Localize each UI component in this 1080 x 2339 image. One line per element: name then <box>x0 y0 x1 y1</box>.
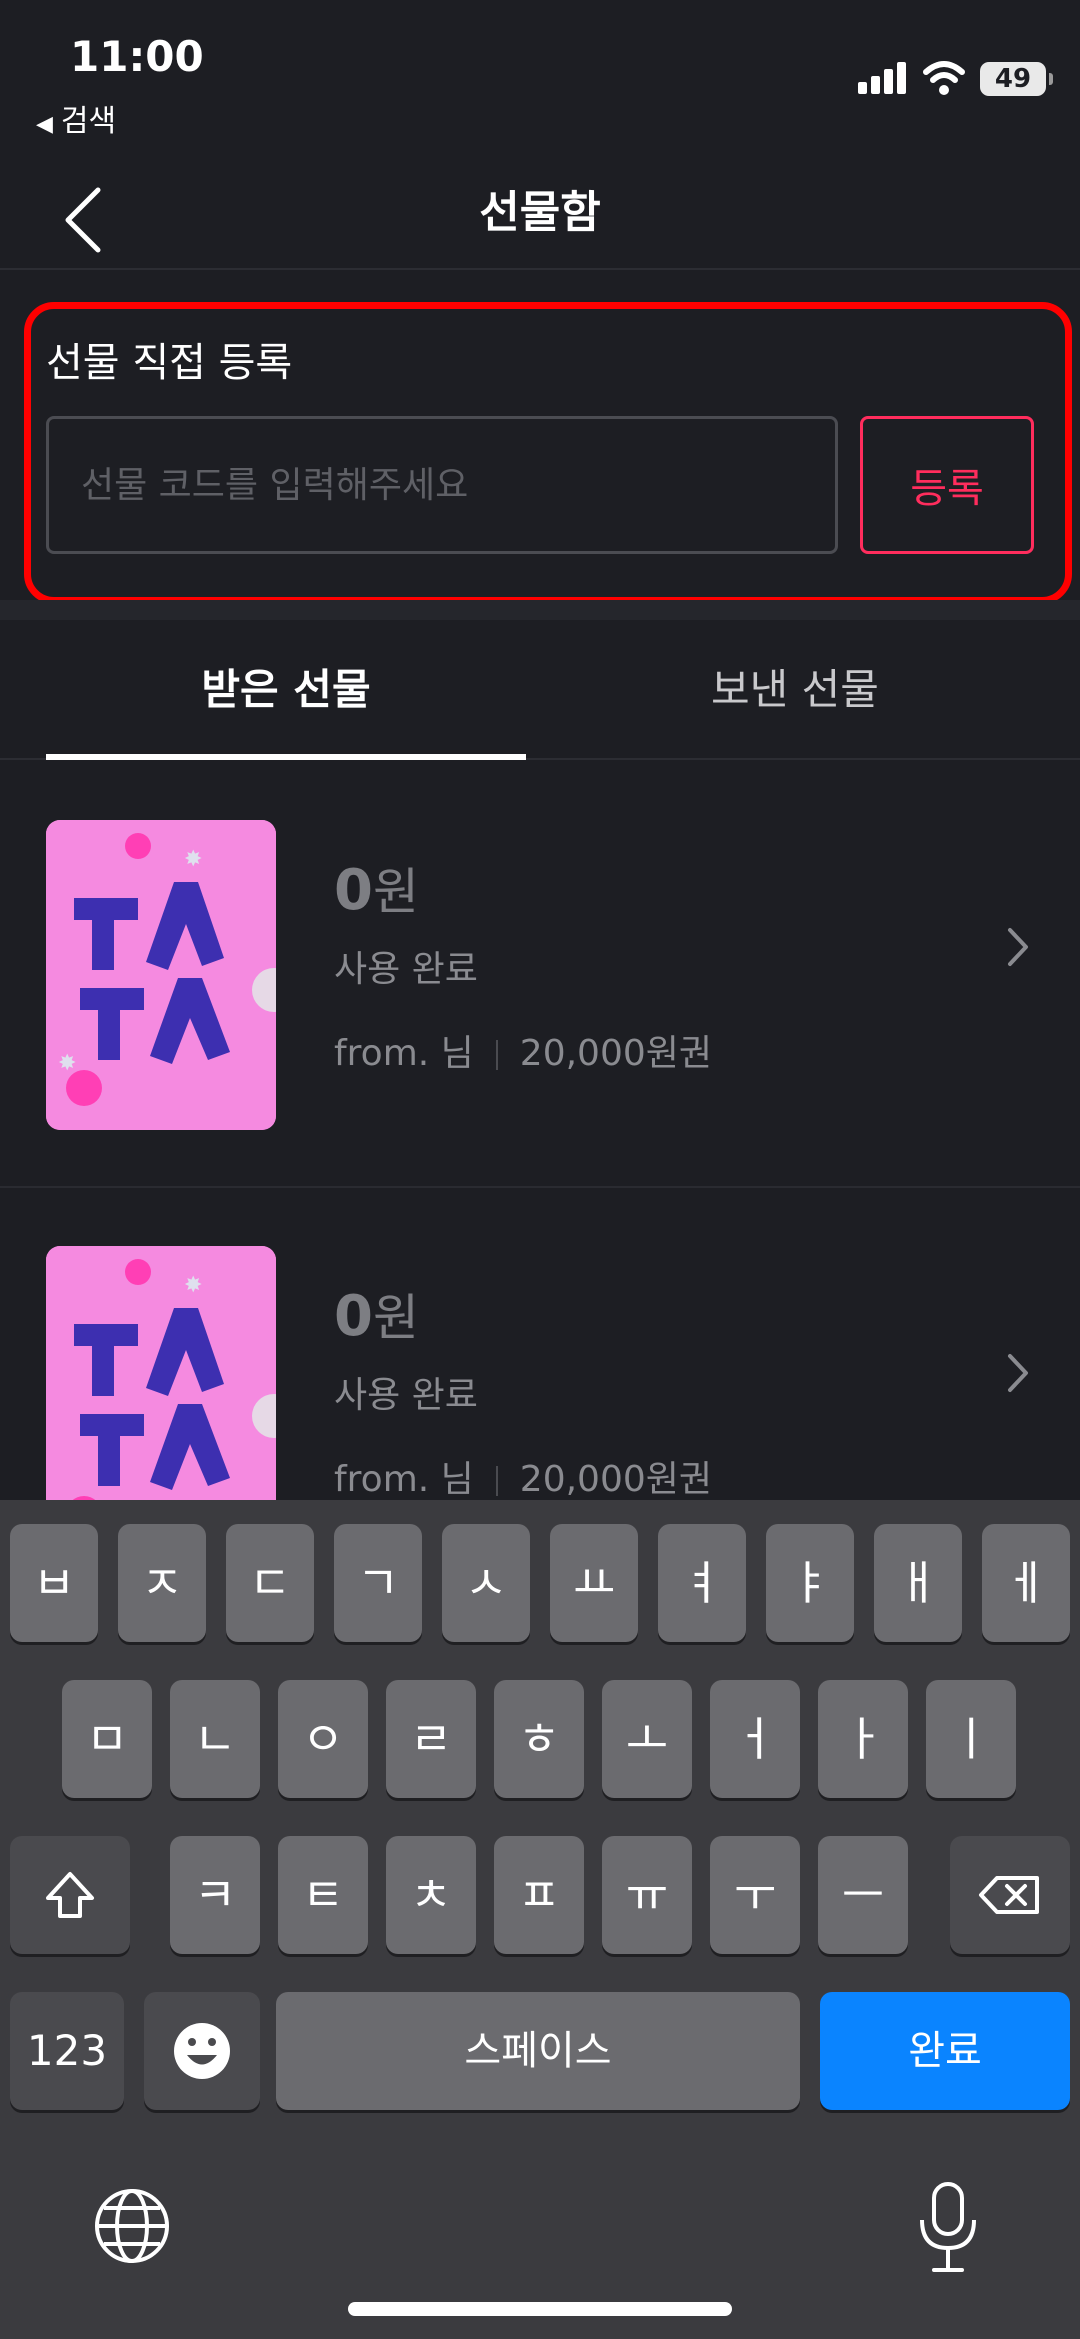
status-time: 11:00 <box>70 32 204 81</box>
wifi-icon <box>923 61 965 95</box>
globe-icon[interactable] <box>92 2186 172 2266</box>
space-key[interactable]: 스페이스 <box>276 1992 800 2110</box>
gift-amount: 0원 <box>334 858 419 923</box>
gift-from: from. 님 <box>334 1459 474 1500</box>
delete-key[interactable] <box>950 1836 1070 1954</box>
numbers-key[interactable]: 123 <box>10 1992 124 2110</box>
gift-amount: 0원 <box>334 1284 419 1349</box>
signal-icon <box>858 62 908 94</box>
gift-meta: from. 님 20,000원권 <box>334 1024 712 1076</box>
register-button[interactable]: 등록 <box>860 416 1034 554</box>
gift-value: 20,000원권 <box>519 1459 713 1500</box>
key[interactable]: ㅠ <box>602 1836 692 1954</box>
key[interactable]: ㅌ <box>278 1836 368 1954</box>
key[interactable]: ㅔ <box>982 1524 1070 1642</box>
gift-register-section: 선물 직접 등록 등록 <box>0 272 1080 604</box>
shift-icon <box>46 1872 94 1918</box>
gift-tabs: 받은 선물 보낸 선물 <box>0 620 1080 760</box>
register-label: 선물 직접 등록 <box>46 340 293 386</box>
gift-code-input[interactable] <box>46 416 838 554</box>
back-app-label: 검색 <box>60 104 117 139</box>
key[interactable]: ㅁ <box>62 1680 152 1798</box>
key[interactable]: ㅕ <box>658 1524 746 1642</box>
svg-text:✸: ✸ <box>58 1051 76 1076</box>
status-bar: 11:00 ◀ 검색 49 <box>0 0 1080 160</box>
key[interactable]: ㅊ <box>386 1836 476 1954</box>
tab-received[interactable]: 받은 선물 <box>46 620 526 760</box>
key[interactable]: ㄹ <box>386 1680 476 1798</box>
key[interactable]: ㅏ <box>818 1680 908 1798</box>
section-divider <box>0 600 1080 620</box>
key[interactable]: ㅜ <box>710 1836 800 1954</box>
key[interactable]: ㅣ <box>926 1680 1016 1798</box>
key[interactable]: ㅇ <box>278 1680 368 1798</box>
gift-status: 사용 완료 <box>334 1375 478 1416</box>
korean-keyboard: ㅂ ㅈ ㄷ ㄱ ㅅ ㅛ ㅕ ㅑ ㅐ ㅔ ㅁ ㄴ ㅇ ㄹ ㅎ ㅗ ㅓ ㅏ ㅣ ㅋ … <box>0 1500 1080 2339</box>
key[interactable]: ㅈ <box>118 1524 206 1642</box>
key[interactable]: ㅗ <box>602 1680 692 1798</box>
chevron-right-icon <box>1008 1354 1028 1392</box>
emoji-icon <box>174 2023 230 2079</box>
key[interactable]: ㅡ <box>818 1836 908 1954</box>
key[interactable]: ㅛ <box>550 1524 638 1642</box>
gift-value: 20,000원권 <box>519 1033 713 1074</box>
key[interactable]: ㅎ <box>494 1680 584 1798</box>
key[interactable]: ㅍ <box>494 1836 584 1954</box>
tab-sent[interactable]: 보낸 선물 <box>555 620 1035 760</box>
key[interactable]: ㅋ <box>170 1836 260 1954</box>
back-to-app-link[interactable]: ◀ 검색 <box>36 96 116 140</box>
key[interactable]: ㄷ <box>226 1524 314 1642</box>
key[interactable]: ㅂ <box>10 1524 98 1642</box>
key[interactable]: ㅑ <box>766 1524 854 1642</box>
gift-meta: from. 님 20,000원권 <box>334 1450 712 1502</box>
active-tab-indicator <box>46 754 526 760</box>
gift-card-thumbnail: ✸ ✸ <box>46 820 276 1130</box>
backspace-icon <box>979 1876 1039 1914</box>
emoji-key[interactable] <box>144 1992 260 2110</box>
key[interactable]: ㅐ <box>874 1524 962 1642</box>
key[interactable]: ㄴ <box>170 1680 260 1798</box>
microphone-icon[interactable] <box>908 2180 988 2276</box>
done-key[interactable]: 완료 <box>820 1992 1070 2110</box>
gift-status: 사용 완료 <box>334 949 478 990</box>
page-title: 선물함 <box>479 187 601 238</box>
home-indicator <box>348 2302 732 2316</box>
battery-icon: 49 <box>980 62 1053 96</box>
svg-text:✸: ✸ <box>184 847 202 872</box>
key[interactable]: ㅓ <box>710 1680 800 1798</box>
gift-list-item[interactable]: ✸ ✸ 0원 사용 완료 from. 님 20,000원권 <box>0 762 1080 1188</box>
chevron-right-icon <box>1008 928 1028 966</box>
gift-from: from. 님 <box>334 1033 474 1074</box>
svg-text:✸: ✸ <box>184 1273 202 1298</box>
key[interactable]: ㅅ <box>442 1524 530 1642</box>
nav-header: 선물함 <box>0 160 1080 270</box>
back-triangle-icon: ◀ <box>36 112 53 137</box>
shift-key[interactable] <box>10 1836 130 1954</box>
key[interactable]: ㄱ <box>334 1524 422 1642</box>
